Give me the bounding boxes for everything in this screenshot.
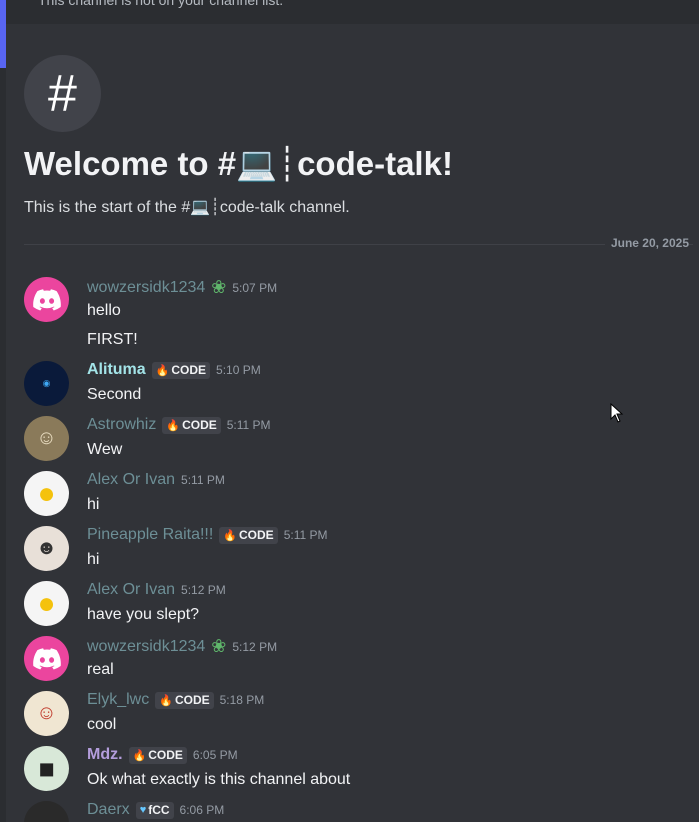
avatar[interactable]	[24, 636, 69, 681]
timestamp: 6:06 PM	[179, 803, 225, 817]
flame-icon: 🔥	[155, 364, 170, 377]
avatar[interactable]: ◼	[24, 746, 69, 791]
server-tag[interactable]: ♥ fCC	[135, 801, 174, 819]
tag-label: CODE	[174, 693, 210, 707]
flame-icon: 🔥	[166, 419, 181, 432]
message[interactable]: ☺ Astrowhiz 🔥 CODE 5:11 PM Wew	[0, 416, 699, 464]
timestamp: 5:07 PM	[232, 280, 278, 295]
message-text: cool	[87, 716, 117, 733]
avatar-image: ☻	[35, 537, 58, 559]
message[interactable]: wowzersidk1234 ❀ 5:12 PM real	[0, 636, 699, 684]
timestamp: 5:18 PM	[219, 693, 265, 707]
message[interactable]: ☺ Elyk_lwc 🔥 CODE 5:18 PM cool	[0, 691, 699, 739]
message[interactable]: ● Alex Or Ivan 5:11 PM hi	[0, 471, 699, 519]
username[interactable]: Alex Or Ivan	[87, 581, 175, 599]
avatar-image: ●	[37, 586, 56, 620]
username[interactable]: Elyk_lwc	[87, 691, 149, 709]
welcome-subtitle: This is the start of the #💻┊code-talk ch…	[24, 199, 350, 216]
server-tag[interactable]: 🔥 CODE	[219, 526, 278, 544]
tag-label: CODE	[171, 363, 207, 377]
timestamp: 5:10 PM	[216, 363, 261, 377]
avatar-image: ☺	[36, 427, 57, 449]
avatar[interactable]: ☺	[24, 691, 69, 736]
avatar[interactable]: ●	[24, 581, 69, 626]
timestamp: 5:12 PM	[181, 583, 226, 597]
message[interactable]: ☻ Pineapple Raita!!! 🔥 CODE 5:11 PM hi	[0, 526, 699, 574]
message-text: Ok what exactly is this channel about	[87, 771, 351, 788]
avatar[interactable]	[24, 277, 69, 322]
message-text: real	[87, 661, 114, 678]
server-tag[interactable]: 🔥 CODE	[151, 361, 211, 379]
server-tag[interactable]: 🔥 CODE	[155, 691, 214, 709]
server-tag[interactable]: 🔥 CODE	[162, 416, 221, 434]
timestamp: 5:11 PM	[283, 528, 328, 542]
channel-notice-text: This channel is not on your channel list…	[38, 0, 284, 8]
avatar-image: ●	[37, 476, 56, 510]
avatar[interactable]: ◉	[24, 361, 69, 406]
flame-icon: 🔥	[223, 529, 238, 542]
message[interactable]: ◉ Alituma 🔥 CODE 5:10 PM Second	[0, 361, 699, 409]
message-text: hello	[87, 302, 121, 319]
username[interactable]: Pineapple Raita!!!	[87, 526, 213, 544]
message-text: hi	[87, 551, 100, 568]
message[interactable]: wowzersidk1234 ❀ 5:07 PM hello FIRST!	[0, 277, 699, 352]
avatar-image: ◼	[38, 758, 55, 780]
timestamp: 6:05 PM	[192, 748, 238, 762]
discord-logo-icon	[32, 647, 61, 669]
tag-label: CODE	[182, 418, 217, 432]
username[interactable]: Daerx	[87, 801, 130, 819]
message-text: hi	[87, 496, 100, 513]
message-text: have you slept?	[87, 606, 200, 623]
tag-label: fCC	[148, 803, 170, 817]
hash-icon: #	[24, 55, 101, 132]
message[interactable]: ◼ Mdz. 🔥 CODE 6:05 PM Ok what exactly is …	[0, 746, 699, 794]
message-text: Second	[87, 386, 142, 403]
timestamp: 5:11 PM	[181, 473, 225, 487]
avatar[interactable]: ●	[24, 471, 69, 516]
date-divider	[24, 244, 693, 245]
message-text: Wew	[87, 441, 123, 458]
message-text: FIRST!	[87, 331, 138, 348]
welcome-title: Welcome to #💻┊code-talk!	[24, 145, 453, 182]
mouse-cursor-icon	[610, 403, 624, 423]
clover-icon: ❀	[211, 277, 227, 297]
avatar-image: ◉	[42, 378, 51, 388]
channel-notice-bar: This channel is not on your channel list…	[6, 0, 699, 24]
timestamp: 5:11 PM	[226, 418, 271, 432]
clover-icon: ❀	[211, 636, 227, 656]
server-tag[interactable]: 🔥 CODE	[128, 746, 187, 764]
timestamp: 5:12 PM	[232, 639, 278, 654]
flame-icon: 🔥	[132, 749, 147, 762]
username[interactable]: Astrowhiz	[87, 416, 156, 434]
date-divider-label: June 20, 2025	[604, 236, 689, 250]
tag-label: CODE	[148, 748, 183, 762]
tag-label: CODE	[239, 528, 274, 542]
username[interactable]: Alex Or Ivan	[87, 471, 175, 489]
heart-icon: ♥	[139, 804, 147, 816]
avatar[interactable]: ☺	[24, 416, 69, 461]
avatar[interactable]: ☻	[24, 526, 69, 571]
username[interactable]: Alituma	[87, 361, 146, 379]
avatar-image: ☺	[36, 702, 57, 724]
message[interactable]: ● Alex Or Ivan 5:12 PM have you slept?	[0, 581, 699, 629]
discord-logo-icon	[32, 288, 61, 310]
flame-icon: 🔥	[159, 694, 173, 707]
message[interactable]: Daerx ♥ fCC 6:06 PM	[0, 801, 699, 822]
avatar[interactable]	[24, 801, 69, 822]
username[interactable]: wowzersidk1234	[87, 638, 205, 656]
username[interactable]: Mdz.	[87, 746, 123, 764]
username[interactable]: wowzersidk1234	[87, 279, 205, 297]
